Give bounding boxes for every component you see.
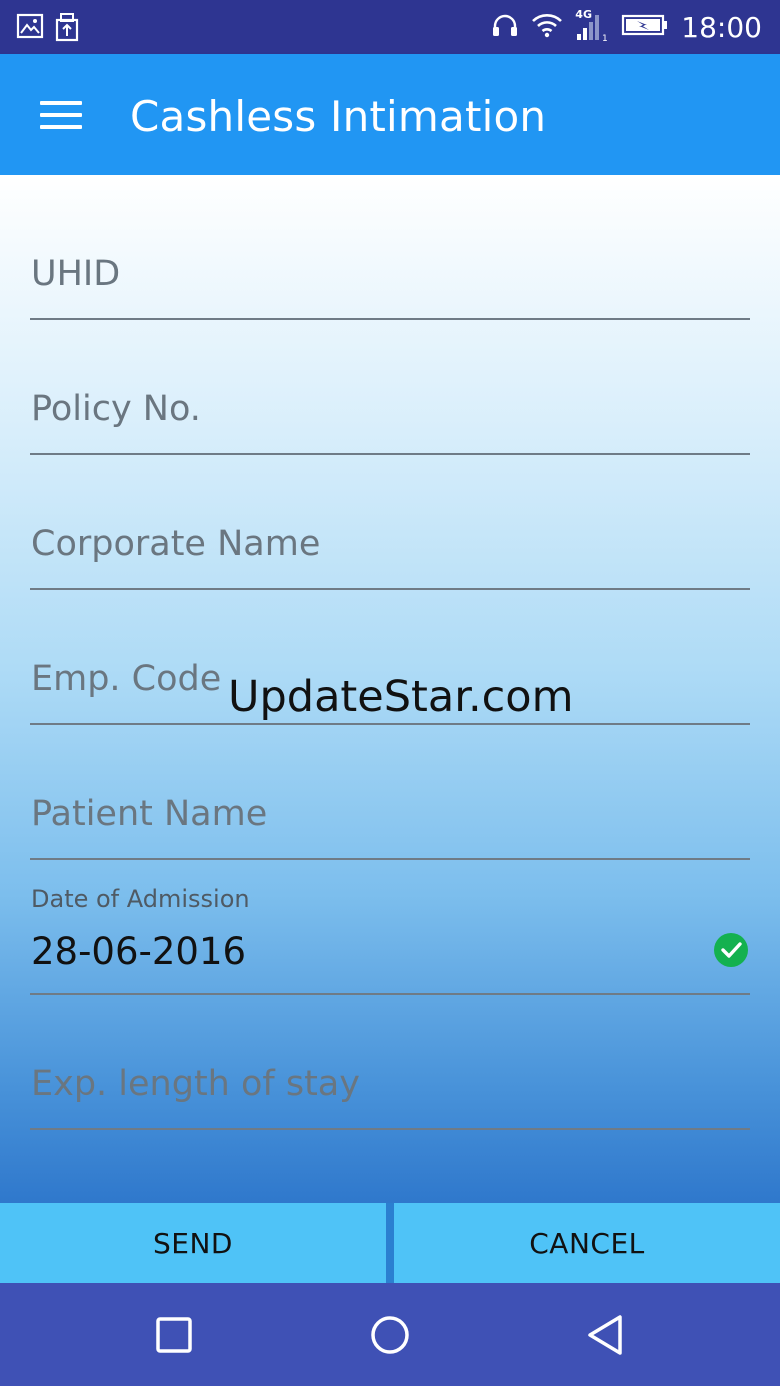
status-time: 18:00: [681, 10, 762, 44]
home-icon[interactable]: [368, 1313, 412, 1357]
exp-length-of-stay-field[interactable]: Exp. length of stay: [30, 995, 750, 1130]
image-icon: [16, 12, 44, 47]
action-bar: SEND CANCEL: [0, 1203, 780, 1283]
date-of-admission-label: Date of Admission: [31, 885, 250, 913]
exp-length-of-stay-placeholder: Exp. length of stay: [31, 1064, 360, 1104]
patient-name-field[interactable]: Patient Name: [30, 725, 750, 860]
usb-icon: [54, 12, 80, 47]
headphones-icon: [491, 12, 519, 43]
status-bar: 4G 1 18:00: [0, 0, 780, 54]
svg-text:1: 1: [602, 34, 608, 42]
button-divider: [386, 1203, 394, 1283]
battery-charging-icon: [621, 13, 669, 42]
wifi-icon: [531, 12, 563, 43]
emp-code-placeholder: Emp. Code: [31, 659, 222, 699]
signal-icon: 4G 1: [575, 8, 609, 42]
corporate-name-field[interactable]: Corporate Name: [30, 455, 750, 590]
system-nav-bar: [0, 1283, 780, 1386]
hamburger-menu-icon[interactable]: [40, 101, 82, 129]
app-bar: Cashless Intimation: [0, 54, 780, 175]
recent-apps-icon[interactable]: [152, 1313, 196, 1357]
watermark: UpdateStar.com: [228, 672, 574, 722]
policy-no-placeholder: Policy No.: [31, 389, 201, 429]
cancel-button[interactable]: CANCEL: [394, 1203, 780, 1283]
date-of-admission-value: 28-06-2016: [31, 930, 247, 973]
uhid-field[interactable]: UHID: [30, 185, 750, 320]
back-icon[interactable]: [584, 1313, 628, 1357]
status-left-icons: [16, 12, 80, 47]
corporate-name-placeholder: Corporate Name: [31, 524, 321, 564]
date-of-admission-field[interactable]: Date of Admission 28-06-2016: [30, 860, 750, 995]
patient-name-placeholder: Patient Name: [31, 794, 268, 834]
check-circle-icon: [714, 933, 748, 967]
send-button[interactable]: SEND: [0, 1203, 386, 1283]
uhid-placeholder: UHID: [31, 254, 121, 294]
policy-no-field[interactable]: Policy No.: [30, 320, 750, 455]
status-right-icons: 4G 1 18:00: [491, 8, 762, 44]
page-title: Cashless Intimation: [130, 92, 547, 141]
